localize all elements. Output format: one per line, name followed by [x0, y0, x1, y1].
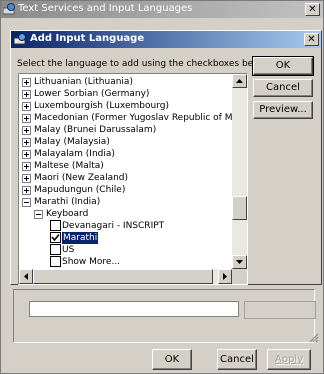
- tree-item-label: Malayalam (India): [34, 149, 115, 159]
- tree-item-label: Macedonian (Former Yugoslav Republic of …: [34, 113, 248, 123]
- option-checkbox[interactable]: [50, 232, 61, 243]
- outer-apply-button[interactable]: Apply: [267, 349, 311, 370]
- scroll-left-button[interactable]: [19, 269, 33, 284]
- expand-icon[interactable]: [22, 162, 31, 171]
- tree-item-label: Lithuanian (Lithuania): [34, 77, 133, 87]
- preview-button[interactable]: Preview...: [253, 101, 313, 119]
- expand-icon[interactable]: [22, 78, 31, 87]
- dialog-title-bar: Add Input Language ✕: [11, 31, 321, 48]
- instruction-text: Select the language to add using the che…: [17, 59, 271, 69]
- tree-item-label: Show More...: [62, 257, 121, 267]
- dialog-close-button[interactable]: ✕: [304, 33, 319, 46]
- background-list: [29, 301, 239, 317]
- resize-grip-icon[interactable]: [309, 333, 319, 343]
- expand-icon[interactable]: [22, 138, 31, 147]
- tree-item-label: Malay (Brunei Darussalam): [34, 125, 157, 135]
- option-checkbox[interactable]: [50, 256, 61, 267]
- outer-window-title: Text Services and Input Languages: [18, 3, 193, 14]
- keyboard-globe-icon: [2, 3, 16, 15]
- horizontal-scrollbar[interactable]: [19, 269, 232, 284]
- expand-icon[interactable]: [22, 174, 31, 183]
- dialog-title: Add Input Language: [30, 33, 145, 44]
- tree-item-label: Luxembourgish (Luxembourg): [34, 101, 169, 111]
- tree-item-label: Keyboard: [46, 209, 89, 219]
- scroll-corner: [232, 269, 247, 284]
- expand-icon[interactable]: [22, 126, 31, 135]
- expand-icon[interactable]: [22, 114, 31, 123]
- expand-icon[interactable]: [22, 150, 31, 159]
- add-input-language-dialog: Add Input Language ✕ Select the language…: [10, 30, 322, 285]
- arrow-up-icon: [236, 79, 243, 83]
- expand-icon[interactable]: [22, 186, 31, 195]
- outer-cancel-button[interactable]: Cancel: [217, 349, 257, 370]
- vertical-scroll-thumb[interactable]: [232, 196, 247, 220]
- outer-close-button[interactable]: ✕: [305, 3, 320, 16]
- vertical-scrollbar[interactable]: [232, 74, 247, 269]
- arrow-right-icon: [223, 273, 227, 280]
- tree-item-label: Maori (New Zealand): [34, 173, 129, 183]
- dialog-cancel-button[interactable]: Cancel: [253, 79, 313, 97]
- collapse-icon[interactable]: [34, 210, 43, 219]
- tree-item-label: Malay (Malaysia): [34, 137, 110, 147]
- tree-item-label: Lower Sorbian (Germany): [34, 89, 150, 99]
- background-disabled-button: [244, 301, 316, 319]
- horizontal-scroll-thumb[interactable]: [33, 269, 213, 284]
- tree-item-label: US: [62, 245, 75, 255]
- expand-icon[interactable]: [22, 102, 31, 111]
- outer-button-bar: OK Cancel Apply: [1, 347, 323, 373]
- arrow-down-icon: [236, 260, 243, 264]
- scroll-up-button[interactable]: [232, 74, 247, 88]
- checkmark-icon: [51, 233, 60, 242]
- language-tree[interactable]: Lithuanian (Lithuania) Lower Sorbian (Ger…: [18, 73, 248, 285]
- option-checkbox[interactable]: [50, 244, 61, 255]
- tree-item-label: Mapudungun (Chile): [34, 185, 126, 195]
- keyboard-globe-icon: [13, 33, 27, 45]
- outer-title-bar: Text Services and Input Languages ✕: [1, 1, 323, 18]
- dialog-ok-button[interactable]: OK: [252, 56, 314, 76]
- tree-item-label: Devanagari - INSCRIPT: [62, 221, 165, 231]
- outer-ok-button[interactable]: OK: [152, 349, 192, 370]
- arrow-left-icon: [24, 273, 28, 280]
- option-checkbox[interactable]: [50, 220, 61, 231]
- scroll-right-button[interactable]: [218, 269, 232, 284]
- scroll-down-button[interactable]: [232, 255, 247, 269]
- expand-icon[interactable]: [22, 90, 31, 99]
- tree-item-label: Marathi: [62, 232, 99, 244]
- tree-item-label: Marathi (India): [34, 197, 101, 207]
- tree-item-label: Maltese (Malta): [34, 161, 104, 171]
- collapse-icon[interactable]: [22, 198, 31, 207]
